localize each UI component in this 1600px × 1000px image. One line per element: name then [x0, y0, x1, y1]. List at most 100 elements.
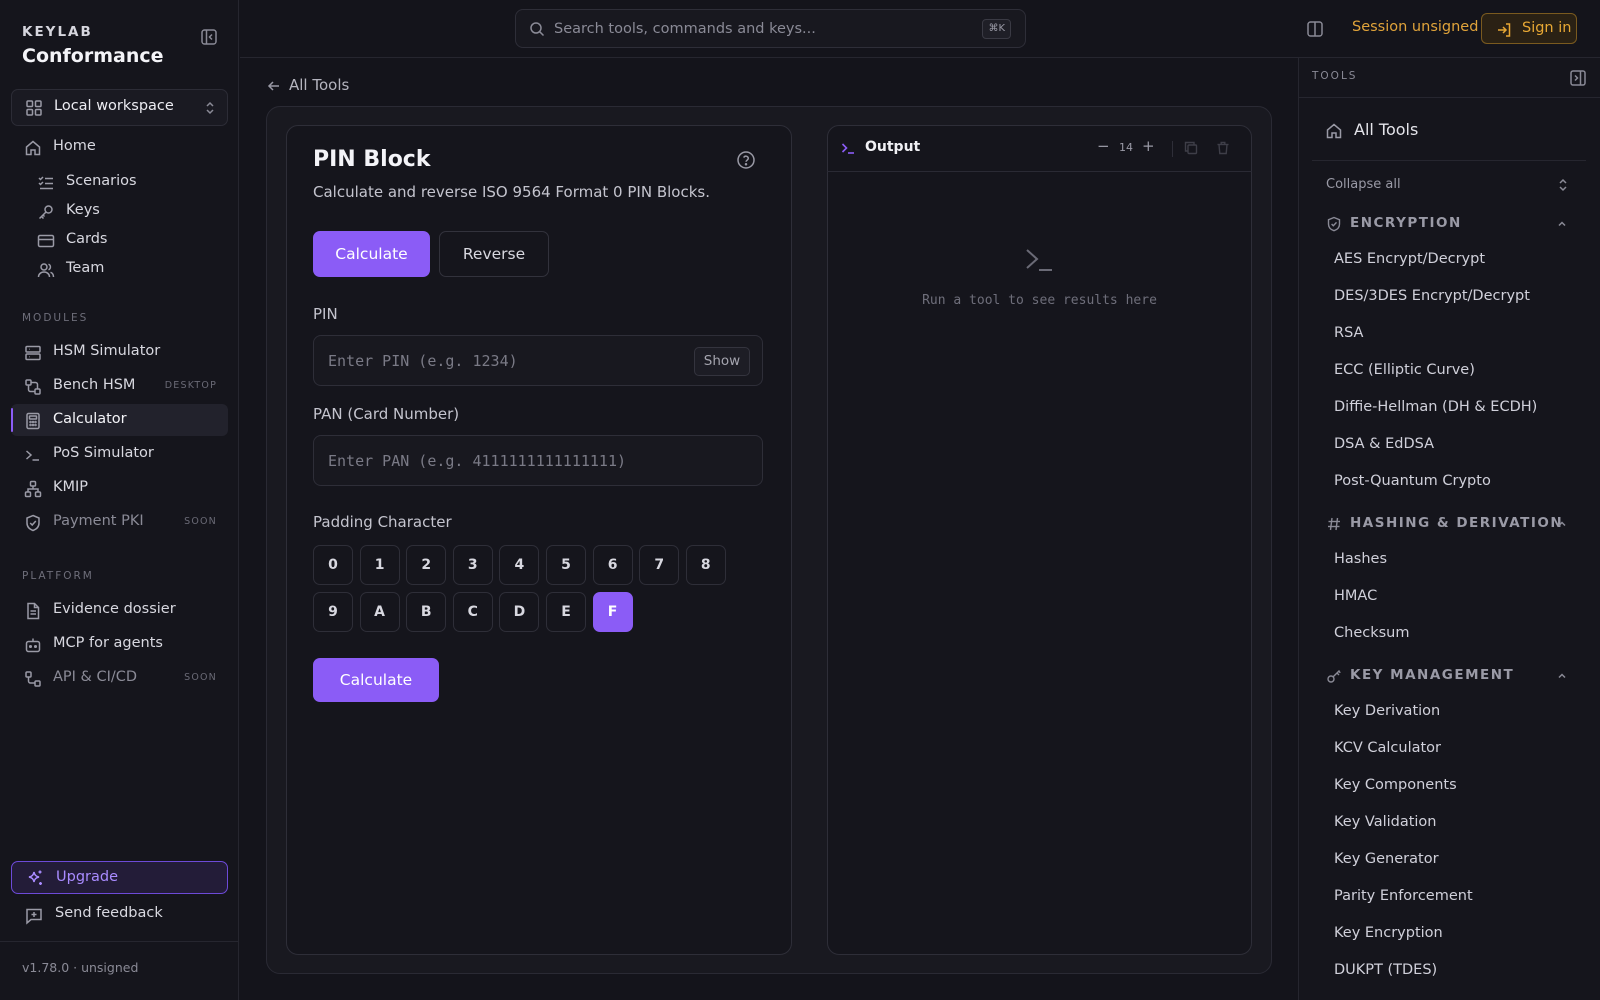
padding-char-5[interactable]: 5	[546, 545, 586, 585]
nav-item-calculator[interactable]: Calculator	[11, 404, 228, 436]
collapse-all-button[interactable]: Collapse all	[1326, 177, 1401, 192]
tool-link[interactable]: Checksum	[1334, 625, 1409, 641]
tool-link[interactable]: Key Components	[1334, 777, 1457, 793]
tool-link[interactable]: Key Derivation	[1334, 703, 1440, 719]
nav-item-team[interactable]: Team	[11, 253, 228, 285]
shield-icon	[1326, 216, 1342, 232]
padding-char-f[interactable]: F	[592, 592, 633, 632]
padding-char-4[interactable]: 4	[499, 545, 540, 585]
show-pin-button[interactable]: Show	[694, 347, 750, 376]
help-icon[interactable]	[736, 150, 756, 170]
top-bar: ⌘K Session unsigned Sign in	[240, 0, 1600, 58]
arrow-left-icon	[267, 79, 281, 93]
nav-item-hsm-simulator[interactable]: HSM Simulator	[11, 336, 228, 368]
nav-item-mcp-agents[interactable]: MCP for agents	[11, 628, 228, 660]
nav-item-cards[interactable]: Cards	[11, 224, 228, 256]
panel-divider	[1298, 97, 1600, 98]
padding-char-8[interactable]: 8	[685, 545, 726, 585]
tool-link[interactable]: Key Validation	[1334, 814, 1437, 830]
nav-label: Team	[66, 260, 105, 276]
terminal-prompt-icon	[1024, 246, 1054, 274]
nav-label: MCP for agents	[53, 635, 163, 651]
bot-icon	[24, 636, 42, 654]
output-header: Output − 14 +	[827, 125, 1252, 172]
tool-link[interactable]: Hashes	[1334, 551, 1387, 567]
nav-item-keys[interactable]: Keys	[11, 195, 228, 227]
home-icon	[1325, 122, 1343, 140]
padding-char-b[interactable]: B	[406, 592, 447, 632]
category-encryption[interactable]: ENCRYPTION	[1312, 210, 1586, 238]
padding-char-3[interactable]: 3	[452, 545, 493, 585]
tool-link[interactable]: RSA	[1334, 325, 1363, 341]
nav-tag: SOON	[184, 516, 217, 527]
all-tools-link[interactable]: All Tools	[1312, 114, 1586, 148]
list-check-icon	[37, 174, 55, 192]
chevron-up-icon	[1556, 670, 1568, 682]
tool-link[interactable]: ECC (Elliptic Curve)	[1334, 362, 1475, 378]
nav-item-evidence-dossier[interactable]: Evidence dossier	[11, 594, 228, 626]
decrease-font-button[interactable]: −	[1097, 137, 1110, 155]
pan-input[interactable]	[328, 450, 678, 472]
tool-link[interactable]: AES Encrypt/Decrypt	[1334, 251, 1485, 267]
nav-label: Cards	[66, 231, 108, 247]
search-box[interactable]: ⌘K	[515, 9, 1026, 48]
nav-item-home[interactable]: Home	[11, 131, 228, 163]
category-key-management[interactable]: KEY MANAGEMENT	[1312, 662, 1586, 690]
log-in-icon	[1496, 22, 1512, 38]
close-panel-icon[interactable]	[1569, 69, 1587, 87]
padding-char-c[interactable]: C	[452, 592, 493, 632]
copy-icon[interactable]	[1184, 141, 1198, 155]
tool-link[interactable]: DUKPT (TDES)	[1334, 962, 1437, 978]
tool-link[interactable]: DES/3DES Encrypt/Decrypt	[1334, 288, 1530, 304]
tool-link[interactable]: Key Encryption	[1334, 925, 1443, 941]
pan-field	[313, 435, 763, 486]
upgrade-button[interactable]: Upgrade	[11, 861, 228, 894]
padding-char-6[interactable]: 6	[592, 545, 633, 585]
calculator-icon	[24, 412, 42, 430]
padding-char-d[interactable]: D	[499, 592, 540, 632]
padding-char-e[interactable]: E	[546, 592, 586, 632]
pin-input[interactable]	[328, 350, 678, 372]
home-icon	[24, 139, 42, 157]
increase-font-button[interactable]: +	[1142, 137, 1155, 155]
chevron-updown-icon[interactable]	[1556, 177, 1570, 193]
calculate-tab[interactable]: Calculate	[313, 231, 430, 277]
padding-char-2[interactable]: 2	[406, 545, 447, 585]
padding-char-0[interactable]: 0	[313, 545, 353, 585]
terminal-icon	[841, 141, 855, 155]
reverse-tab[interactable]: Reverse	[439, 231, 549, 277]
tool-link[interactable]: Diffie-Hellman (DH & ECDH)	[1334, 399, 1537, 415]
nav-item-kmip[interactable]: KMIP	[11, 472, 228, 504]
tool-link[interactable]: KCV Calculator	[1334, 740, 1441, 756]
panel-toggle-icon[interactable]	[1306, 20, 1324, 38]
tool-link[interactable]: HMAC	[1334, 588, 1377, 604]
nav-item-scenarios[interactable]: Scenarios	[11, 166, 228, 198]
key-icon	[1326, 668, 1342, 684]
padding-char-1[interactable]: 1	[359, 545, 400, 585]
trash-icon[interactable]	[1216, 141, 1230, 155]
tool-link[interactable]: Key Generator	[1334, 851, 1439, 867]
panel-divider	[1312, 160, 1586, 161]
search-icon	[529, 21, 545, 37]
nav-item-bench-hsm[interactable]: Bench HSM DESKTOP	[11, 370, 228, 402]
calculate-button[interactable]: Calculate	[313, 658, 439, 702]
collapse-sidebar-icon[interactable]	[200, 28, 220, 48]
tool-link[interactable]: DSA & EdDSA	[1334, 436, 1434, 452]
search-input[interactable]	[554, 18, 954, 40]
upgrade-label: Upgrade	[56, 869, 118, 885]
padding-char-7[interactable]: 7	[639, 545, 680, 585]
nav-item-payment-pki[interactable]: Payment PKI SOON	[11, 506, 228, 538]
workspace-selector[interactable]: Local workspace	[11, 89, 228, 126]
tool-link[interactable]: Parity Enforcement	[1334, 888, 1473, 904]
brand-title: Conformance	[22, 45, 164, 67]
nav-item-api-cicd[interactable]: API & CI/CD SOON	[11, 662, 228, 694]
nav-label: Payment PKI	[53, 513, 144, 529]
padding-char-a[interactable]: A	[359, 592, 400, 632]
nav-item-pos-simulator[interactable]: PoS Simulator	[11, 438, 228, 470]
padding-char-9[interactable]: 9	[313, 592, 353, 632]
category-hashing-derivation[interactable]: HASHING & DERIVATION	[1312, 510, 1586, 538]
send-feedback-button[interactable]: Send feedback	[11, 899, 228, 931]
tool-link[interactable]: Post-Quantum Crypto	[1334, 473, 1491, 489]
nav-tag: DESKTOP	[164, 380, 217, 391]
sign-in-button[interactable]: Sign in	[1481, 13, 1577, 44]
